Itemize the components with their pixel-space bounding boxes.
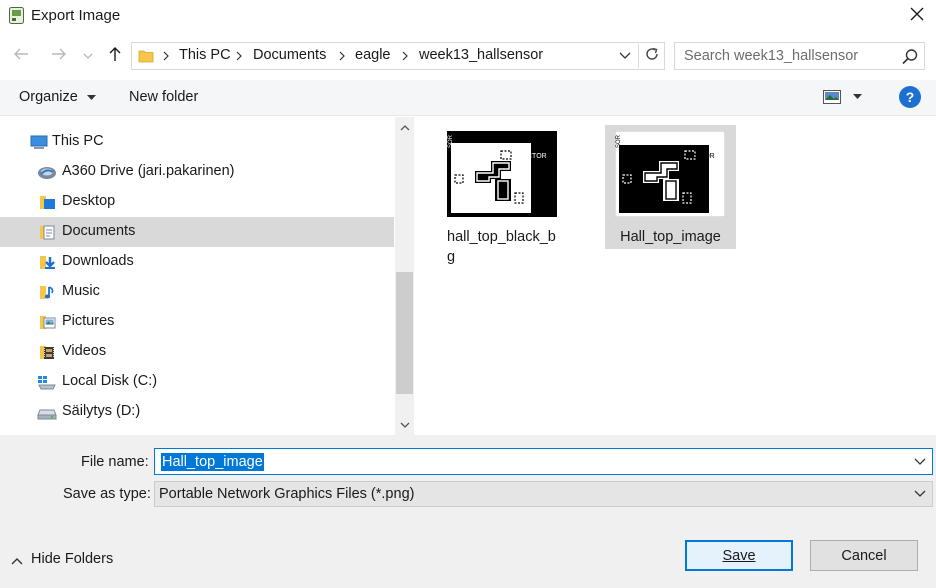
sidebar-item-label: A360 Drive (jari.pakarinen) xyxy=(62,163,235,179)
command-bar: Organize New folder xyxy=(0,80,936,116)
chevron-up-icon xyxy=(10,554,24,568)
windows-drive-icon xyxy=(37,374,56,391)
sidebar-item-videos[interactable]: Videos xyxy=(0,337,394,367)
scroll-down-button[interactable] xyxy=(395,415,414,435)
up-button[interactable] xyxy=(104,43,126,69)
hide-folders-label: Hide Folders xyxy=(31,551,114,567)
file-name-input[interactable]: Hall_top_image xyxy=(161,453,264,471)
breadcrumb-eagle[interactable]: eagle xyxy=(355,47,390,63)
recent-locations-button[interactable] xyxy=(80,43,96,69)
sidebar-item-documents[interactable]: Documents xyxy=(0,217,394,247)
file-tile-hall-top-image[interactable]: SOR CTOR Hall_top_image xyxy=(605,125,736,249)
save-button[interactable]: Save xyxy=(685,540,793,571)
chevron-right-icon xyxy=(160,48,172,64)
scroll-thumb[interactable] xyxy=(396,272,413,394)
file-list-pane: SOR CTOR hall_top_black_bg SOR CTOR Hall… xyxy=(415,117,936,435)
chevron-down-icon xyxy=(83,48,93,64)
image-thumbnail: SOR CTOR xyxy=(447,131,557,217)
breadcrumb-documents[interactable]: Documents xyxy=(253,47,326,63)
file-name-combobox[interactable]: Hall_top_image xyxy=(154,448,933,475)
close-button[interactable] xyxy=(898,0,936,32)
file-name-label-text: File name: xyxy=(81,454,149,470)
svg-text:SOR: SOR xyxy=(448,134,454,148)
new-folder-button[interactable]: New folder xyxy=(129,89,198,105)
chevron-down-icon xyxy=(913,487,927,501)
navigation-scrollbar[interactable] xyxy=(395,117,414,435)
chevron-right-icon xyxy=(336,48,348,64)
organize-menu-button[interactable]: Organize xyxy=(19,89,96,105)
save-button-label: Save xyxy=(722,547,756,564)
sidebar-item-local-disk-c[interactable]: Local Disk (C:) xyxy=(0,367,394,397)
chevron-right-icon xyxy=(233,48,245,64)
arrow-up-icon xyxy=(108,46,122,66)
scroll-up-button[interactable] xyxy=(395,117,414,137)
sidebar-item-label: Pictures xyxy=(62,313,115,329)
cloud-drive-icon xyxy=(37,164,56,181)
file-name-label: hall_top_black_bg xyxy=(447,229,556,265)
videos-folder-icon xyxy=(39,344,57,361)
search-icon[interactable] xyxy=(901,48,919,66)
save-as-type-value: Portable Network Graphics Files (*.png) xyxy=(159,486,415,502)
window-title: Export Image xyxy=(31,7,121,24)
help-button[interactable]: ? xyxy=(899,86,921,108)
file-name-label: Hall_top_image xyxy=(620,229,721,245)
refresh-icon xyxy=(644,46,660,66)
sidebar-item-a360-drive[interactable]: A360 Drive (jari.pakarinen) xyxy=(0,157,394,187)
image-thumbnail: SOR CTOR xyxy=(614,130,726,218)
sidebar-item-label: Local Disk (C:) xyxy=(62,373,158,389)
file-name-dropdown-button[interactable] xyxy=(913,455,927,469)
chevron-right-icon xyxy=(399,48,411,64)
pictures-folder-icon xyxy=(39,314,57,331)
file-name-label: File name: xyxy=(81,454,149,470)
sidebar-item-label: Documents xyxy=(62,223,136,239)
search-box[interactable] xyxy=(674,42,925,70)
refresh-button[interactable] xyxy=(638,44,664,68)
drive-icon xyxy=(37,404,57,421)
sidebar-item-desktop[interactable]: Desktop xyxy=(0,187,394,217)
address-dropdown-button[interactable] xyxy=(616,48,634,64)
save-as-type-select[interactable]: Portable Network Graphics Files (*.png) xyxy=(154,481,933,507)
view-options-icon[interactable] xyxy=(823,89,841,105)
sidebar-item-label: Desktop xyxy=(62,193,116,209)
arrow-right-icon xyxy=(51,47,67,65)
svg-text:CTOR: CTOR xyxy=(695,153,715,160)
sidebar-item-label: This PC xyxy=(52,133,104,149)
sidebar-item-label: Videos xyxy=(62,343,107,359)
sidebar-item-downloads[interactable]: Downloads xyxy=(0,247,394,277)
breadcrumb-this-pc[interactable]: This PC xyxy=(179,47,231,63)
folder-icon xyxy=(138,48,154,64)
forward-button[interactable] xyxy=(48,43,70,69)
cancel-button[interactable]: Cancel xyxy=(810,540,918,571)
sidebar-item-sailytys-d[interactable]: Säilytys (D:) xyxy=(0,397,394,427)
navigation-pane: This PC A360 Drive (jari.pakarinen) Desk… xyxy=(0,117,414,435)
breadcrumb-week13-hallsensor[interactable]: week13_hallsensor xyxy=(419,47,543,63)
music-folder-icon xyxy=(39,284,57,301)
sidebar-item-label: Music xyxy=(62,283,100,299)
documents-folder-icon xyxy=(39,224,57,241)
close-icon xyxy=(910,7,924,25)
svg-text:CTOR: CTOR xyxy=(527,153,547,160)
view-dropdown-button[interactable] xyxy=(850,90,864,104)
sidebar-item-label: Säilytys (D:) xyxy=(62,403,141,419)
sidebar-item-label: Downloads xyxy=(62,253,134,269)
address-bar[interactable]: This PC Documents eagle week13_hallsenso… xyxy=(131,42,665,70)
eagle-app-icon xyxy=(9,7,24,24)
desktop-folder-icon xyxy=(39,194,57,211)
svg-text:SOR: SOR xyxy=(616,134,622,148)
organize-label: Organize xyxy=(19,89,78,105)
computer-icon xyxy=(30,134,48,151)
sidebar-item-music[interactable]: Music xyxy=(0,277,394,307)
caret-down-icon xyxy=(86,89,96,105)
arrow-left-icon xyxy=(13,47,29,65)
sidebar-item-this-pc[interactable]: This PC xyxy=(0,127,394,157)
file-tile-hall-top-black-bg[interactable]: SOR CTOR hall_top_black_bg xyxy=(437,125,568,265)
search-input[interactable] xyxy=(676,44,896,68)
back-button[interactable] xyxy=(10,43,32,69)
save-as-type-label: Save as type: xyxy=(63,486,151,502)
sidebar-item-pictures[interactable]: Pictures xyxy=(0,307,394,337)
title-bar: Export Image xyxy=(0,0,936,32)
downloads-folder-icon xyxy=(39,254,57,271)
